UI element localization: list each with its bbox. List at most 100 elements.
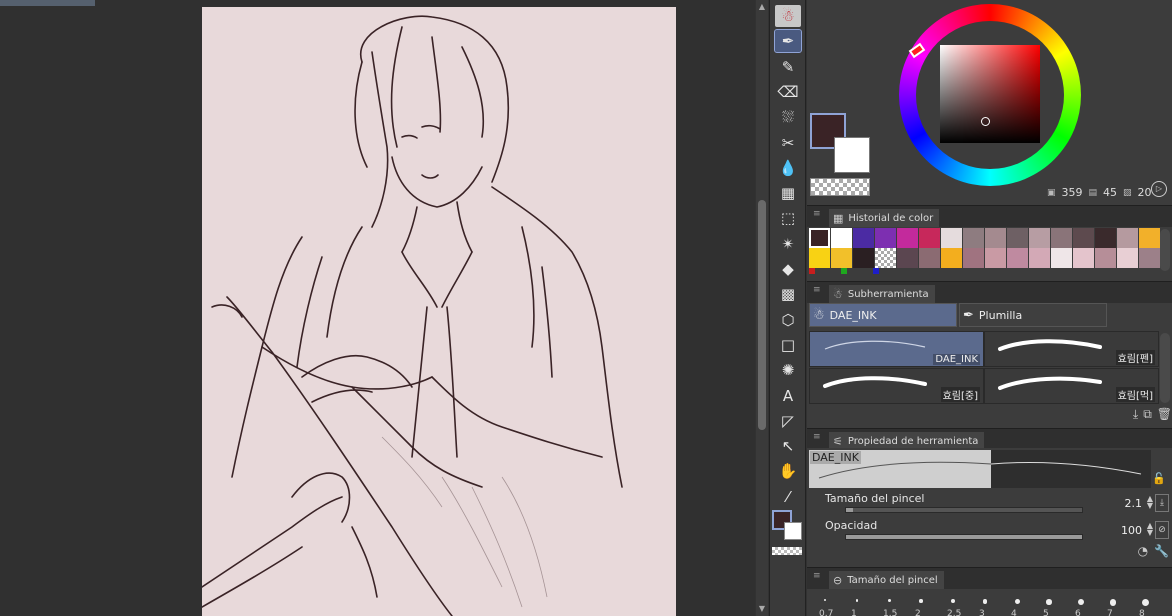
history-swatch[interactable] [985,248,1006,268]
scroll-up-arrow-icon[interactable]: ▲ [757,2,767,12]
panel-grip-icon[interactable]: ≡ [813,210,821,220]
tool-object-select-icon[interactable]: ↖ [775,435,801,457]
canvas-tab-strip[interactable] [0,0,95,6]
opacity-value[interactable]: 100 [1121,524,1142,537]
history-swatch[interactable] [1007,228,1028,248]
tab-brush-size[interactable]: ⊖ Tamaño del pincel [829,571,944,590]
wrench-icon[interactable]: 🔧 [1154,544,1169,558]
history-swatch[interactable] [963,228,984,248]
history-swatch[interactable] [919,248,940,268]
timer-icon[interactable]: ◔ [1138,544,1148,558]
history-swatch[interactable] [1095,248,1116,268]
history-swatch[interactable] [897,228,918,248]
history-swatch[interactable] [963,248,984,268]
tool-rays-icon[interactable]: ✺ [775,359,801,381]
subtool-scrollbar[interactable] [1160,333,1170,403]
tool-eraser-icon[interactable]: ⌫ [775,81,801,103]
tool-3d-icon[interactable]: ⬡ [775,309,801,331]
opacity-pressure-icon[interactable]: ⊘ [1155,521,1169,539]
brush-size-preset[interactable] [982,599,988,604]
history-swatch[interactable] [831,228,852,248]
history-scrollbar[interactable] [1160,229,1170,271]
tool-text-icon[interactable]: A [775,385,801,407]
canvas-vertical-scrollbar[interactable]: ▲ ▼ [756,0,768,616]
tool-airbrush-icon[interactable]: ⛆ [775,106,801,128]
history-swatch[interactable] [853,248,874,268]
subtool-group-dae-ink[interactable]: ☃ DAE_INK [809,303,957,327]
sv-cursor[interactable] [981,117,990,126]
history-swatch[interactable] [985,228,1006,248]
tool-eyedropper-icon[interactable]: ⁄ [775,486,801,508]
history-swatch[interactable] [809,228,830,248]
drawing-canvas[interactable] [201,7,676,616]
brush-size-preset[interactable] [1014,599,1020,604]
history-swatch[interactable] [897,248,918,268]
brush-size-spinner-icon[interactable]: ▲ ▼ [1147,495,1153,510]
brush-size-preset[interactable] [1109,599,1117,606]
history-swatch[interactable] [809,248,830,268]
tool-lasso-icon[interactable]: ⬚ [775,207,801,229]
history-swatch[interactable] [1117,228,1138,248]
history-swatch[interactable] [1029,248,1050,268]
history-swatch[interactable] [1051,248,1072,268]
sub-color-swatch[interactable] [834,137,870,173]
panel-grip-icon[interactable]: ≡ [813,286,821,296]
opacity-slider[interactable] [845,534,1083,540]
wheel-menu-icon[interactable]: ▷ [1151,181,1167,197]
history-swatch[interactable] [853,228,874,248]
brush-item-pen[interactable]: 효림[펜] [984,331,1159,367]
lock-icon[interactable]: 🔓 [1152,472,1166,485]
history-swatch[interactable] [1029,228,1050,248]
history-swatch[interactable] [1073,228,1094,248]
brush-size-preset[interactable] [855,599,859,602]
toolbar-color-swatches[interactable] [772,510,802,544]
tool-marker-icon[interactable]: ✎ [775,56,801,78]
brush-size-value[interactable]: 2.1 [1125,497,1143,510]
toolbar-transparent-color[interactable] [772,547,802,555]
history-swatch[interactable] [1007,248,1028,268]
transparent-color-swatch[interactable] [810,178,870,196]
panel-grip-icon[interactable]: ≡ [813,572,821,582]
saturation-value-square[interactable] [940,45,1040,143]
opacity-spinner-icon[interactable]: ▲ ▼ [1147,522,1153,537]
history-swatch[interactable] [941,248,962,268]
duplicate-icon[interactable]: ⧉ [1143,407,1152,422]
tool-decoration-icon[interactable]: ✂ [775,132,801,154]
history-swatch[interactable] [1139,248,1160,268]
scrollbar-thumb[interactable] [758,200,766,430]
tool-mascot-icon[interactable]: ☃ [775,5,801,27]
brush-size-preset[interactable] [824,599,826,601]
import-icon[interactable]: ⤓ [1133,407,1138,422]
canvas-viewport[interactable] [0,0,755,616]
history-swatch[interactable] [1073,248,1094,268]
history-swatch[interactable] [875,228,896,248]
history-swatch[interactable] [1139,228,1160,248]
brush-size-preset[interactable] [887,599,891,602]
tool-blend-icon[interactable]: 💧 [775,157,801,179]
history-swatch[interactable] [1117,248,1138,268]
brush-size-pressure-icon[interactable]: ⤓ [1155,494,1169,512]
brush-size-preset[interactable] [1046,599,1052,605]
brush-item-medium[interactable]: 효림[중] [809,368,984,404]
history-swatch[interactable] [1095,228,1116,248]
history-swatch[interactable] [831,248,852,268]
tool-fill-icon[interactable]: ◆ [775,258,801,280]
tab-color-history[interactable]: ▦ Historial de color [829,209,940,228]
toolbar-sub-color[interactable] [784,522,802,540]
history-swatch[interactable] [919,228,940,248]
tool-hand-icon[interactable]: ✋ [775,460,801,482]
history-swatch[interactable] [941,228,962,248]
brush-size-preset[interactable] [919,599,923,603]
hsv-mode-icon[interactable]: ▣ [1047,188,1056,198]
history-swatch[interactable] [1051,228,1072,248]
tool-rectangle-icon[interactable]: □ [775,334,801,356]
tool-balloon-icon[interactable]: ◸ [775,410,801,432]
panel-grip-icon[interactable]: ≡ [813,433,821,443]
scroll-down-arrow-icon[interactable]: ▼ [757,604,767,614]
history-swatch[interactable] [875,248,896,268]
brush-size-preset[interactable] [951,599,955,603]
tool-gradient-icon[interactable]: ▩ [775,283,801,305]
brush-size-preset[interactable] [1078,599,1084,605]
brush-item-dae-ink[interactable]: DAE_INK [809,331,984,367]
brush-size-slider[interactable] [845,507,1083,513]
